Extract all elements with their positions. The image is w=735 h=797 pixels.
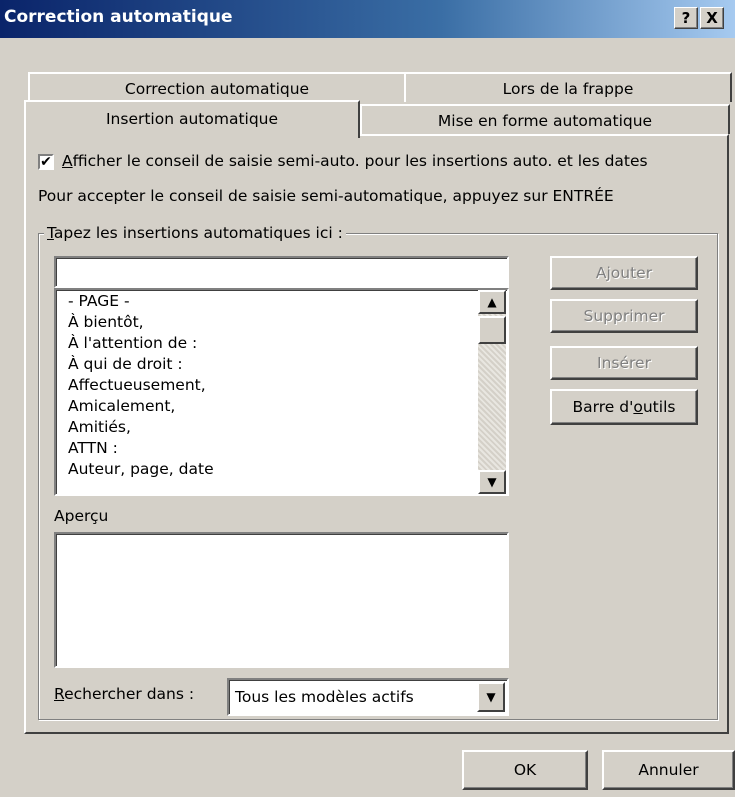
close-icon: X <box>706 9 718 27</box>
legend-text: apez les insertions automatiques ici : <box>53 224 343 242</box>
listbox-scrollbar[interactable]: ▲ ▼ <box>478 290 506 494</box>
close-button[interactable]: X <box>700 7 724 29</box>
add-button[interactable]: Ajouter <box>550 256 698 290</box>
tab-label: Mise en forme automatique <box>437 112 653 130</box>
search-in-selected-value: Tous les modèles actifs <box>235 688 414 706</box>
list-item[interactable]: À l'attention de : <box>68 334 197 352</box>
chevron-down-icon: ▼ <box>486 690 496 704</box>
arrow-down-icon: ▼ <box>487 475 497 489</box>
insert-button-label: Insérer <box>597 354 651 372</box>
title-bar: Correction automatique ? X <box>0 0 735 38</box>
list-item[interactable]: Amitiés, <box>68 418 131 436</box>
show-autocomplete-label[interactable]: Afficher le conseil de saisie semi-auto.… <box>62 152 648 170</box>
label-accelerator: A <box>62 152 73 170</box>
toolbar-label-part: utils <box>642 398 676 416</box>
preview-label: Aperçu <box>54 507 109 525</box>
insert-button[interactable]: Insérer <box>550 346 698 380</box>
tab-mise-en-forme-automatique[interactable]: Mise en forme automatique <box>360 104 730 134</box>
check-icon: ✔ <box>40 154 52 170</box>
cancel-button[interactable]: Annuler <box>602 750 735 790</box>
autocorrect-dialog: Correction automatique ? X Correction au… <box>0 0 735 797</box>
search-in-label: Rechercher dans : <box>54 685 194 703</box>
label-text: fficher le conseil de saisie semi-auto. … <box>72 152 648 170</box>
toolbar-label-part: Barre d' <box>572 398 634 416</box>
scroll-thumb[interactable] <box>478 316 506 344</box>
list-item[interactable]: - PAGE - <box>68 292 130 310</box>
toolbar-button[interactable]: Barre d'outils <box>550 389 698 425</box>
delete-button-label: Supprimer <box>583 307 665 325</box>
ok-button-label: OK <box>513 761 537 779</box>
autotext-listbox[interactable]: - PAGE - À bientôt, À l'attention de : À… <box>54 288 509 496</box>
autotext-entry-input[interactable] <box>54 256 509 288</box>
list-item[interactable]: À qui de droit : <box>68 355 183 373</box>
search-label-text: echercher dans : <box>64 685 195 703</box>
tab-correction-automatique[interactable]: Correction automatique <box>28 72 406 102</box>
scroll-up-button[interactable]: ▲ <box>478 290 506 314</box>
tab-label: Lors de la frappe <box>502 80 634 98</box>
search-in-select[interactable]: Tous les modèles actifs ▼ <box>227 678 509 716</box>
preview-box <box>54 532 509 668</box>
list-item[interactable]: Amicalement, <box>68 397 175 415</box>
arrow-up-icon: ▲ <box>487 295 497 309</box>
list-item[interactable]: Affectueusement, <box>68 376 206 394</box>
tab-label: Insertion automatique <box>105 110 279 128</box>
help-icon: ? <box>681 9 691 27</box>
ok-button[interactable]: OK <box>462 750 588 790</box>
tab-insertion-automatique[interactable]: Insertion automatique <box>24 100 360 138</box>
tab-lors-de-la-frappe[interactable]: Lors de la frappe <box>404 72 732 102</box>
help-button[interactable]: ? <box>674 7 698 29</box>
list-item[interactable]: Auteur, page, date <box>68 460 214 478</box>
legend-accelerator: T <box>47 224 54 242</box>
show-autocomplete-checkbox[interactable]: ✔ <box>38 154 54 170</box>
search-accelerator: R <box>54 685 65 703</box>
list-item[interactable]: ATTN : <box>68 439 118 457</box>
list-item[interactable]: À bientôt, <box>68 313 144 331</box>
enter-hint-text: Pour accepter le conseil de saisie semi-… <box>38 187 614 205</box>
delete-button[interactable]: Supprimer <box>550 299 698 333</box>
dropdown-button[interactable]: ▼ <box>477 682 505 712</box>
window-title: Correction automatique <box>4 7 233 27</box>
tab-label: Correction automatique <box>124 80 310 98</box>
cancel-button-label: Annuler <box>638 761 699 779</box>
toolbar-accelerator: o <box>633 398 643 416</box>
add-button-label: Ajouter <box>595 264 653 282</box>
scroll-down-button[interactable]: ▼ <box>478 470 506 494</box>
autotext-group-legend: Tapez les insertions automatiques ici : <box>44 224 346 242</box>
